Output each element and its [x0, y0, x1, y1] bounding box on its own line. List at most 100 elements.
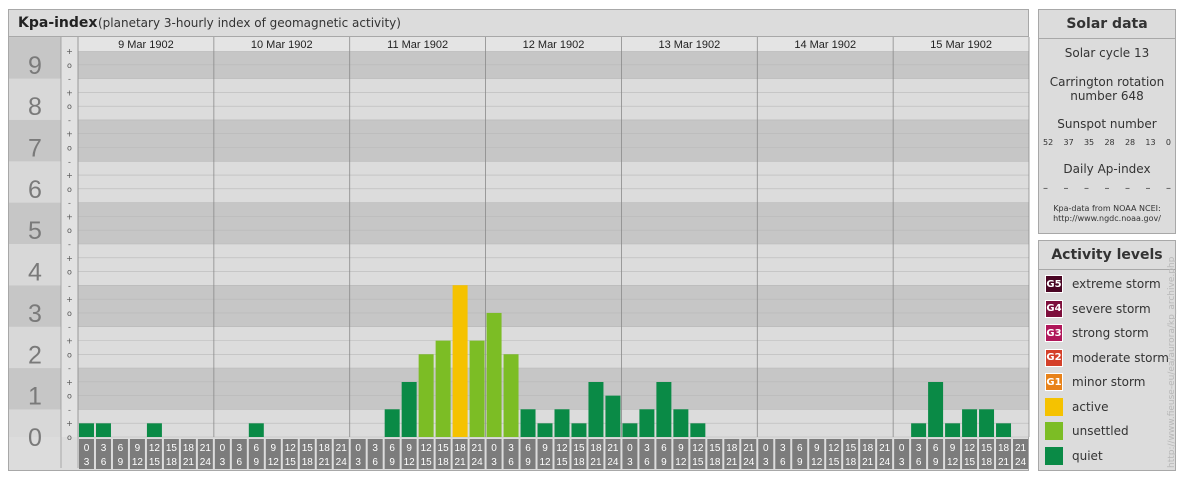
kp-bar	[928, 381, 944, 437]
interval-start-label: 6	[118, 443, 124, 454]
day-label: 12 Mar 1902	[523, 39, 585, 51]
sunspot-value: 52	[1043, 138, 1054, 147]
y-tick-label: 9	[28, 52, 42, 80]
interval-start-label: 9	[814, 443, 820, 454]
interval-end-label: 21	[183, 457, 195, 468]
interval-start-label: 12	[828, 443, 840, 454]
interval-end-label: 18	[981, 457, 993, 468]
ap-value: –	[1166, 183, 1171, 194]
y-minor-tick-label: -	[68, 157, 71, 166]
ap-value: –	[1063, 183, 1069, 194]
legend-item: quiet	[1045, 446, 1103, 466]
legend-label: extreme storm	[1072, 277, 1161, 291]
ap-value: –	[1043, 183, 1048, 194]
interval-start-label: 21	[879, 443, 891, 454]
interval-start-label: 15	[709, 443, 721, 454]
interval-end-label: 15	[285, 457, 297, 468]
interval-end-label: 24	[879, 457, 891, 468]
interval-start-label: 6	[933, 443, 939, 454]
y-minor-tick-label: o	[67, 392, 72, 401]
interval-start-label: 6	[254, 443, 260, 454]
interval-end-label: 15	[964, 457, 976, 468]
kp-chart: 0123456789o+-o+-o+-o+-o+-o+-o+-o+-o+-o+9…	[9, 37, 1030, 469]
y-minor-tick-label: +	[66, 295, 73, 304]
interval-start-label: 21	[1015, 443, 1027, 454]
y-tick-label: 7	[28, 134, 42, 162]
legend-swatch: G5	[1045, 275, 1063, 293]
interval-start-label: 9	[678, 443, 684, 454]
interval-start-label: 3	[780, 443, 786, 454]
interval-end-label: 9	[118, 457, 124, 468]
interval-end-label: 18	[709, 457, 721, 468]
interval-start-label: 12	[692, 443, 704, 454]
interval-end-label: 24	[200, 457, 212, 468]
interval-end-label: 3	[84, 457, 90, 468]
sunspot-value: 35	[1083, 138, 1095, 147]
kp-bar	[452, 285, 468, 437]
legend-item: G1 minor storm	[1045, 372, 1145, 392]
kp-bar	[979, 409, 995, 437]
interval-end-label: 18	[302, 457, 314, 468]
kp-bar	[537, 423, 553, 437]
kp-bar	[248, 423, 264, 437]
interval-end-label: 24	[1015, 457, 1027, 468]
sunspot-value: 0	[1165, 138, 1171, 147]
interval-start-label: 21	[336, 443, 348, 454]
y-minor-tick-label: -	[68, 364, 71, 373]
interval-start-label: 12	[149, 443, 161, 454]
y-tick-label: 1	[28, 383, 42, 411]
interval-end-label: 9	[933, 457, 939, 468]
interval-start-label: 15	[981, 443, 993, 454]
ap-value: –	[1125, 183, 1130, 194]
interval-end-label: 9	[254, 457, 260, 468]
interval-start-label: 18	[998, 443, 1010, 454]
interval-end-label: 6	[508, 457, 514, 468]
kp-bar	[146, 423, 162, 437]
day-label: 13 Mar 1902	[658, 39, 720, 51]
kp-band	[78, 326, 1029, 369]
kp-bar	[962, 409, 978, 437]
interval-end-label: 3	[763, 457, 769, 468]
interval-end-label: 15	[828, 457, 840, 468]
y-minor-tick-label: -	[68, 323, 71, 332]
sunspot-value: 13	[1145, 138, 1156, 147]
day-label: 15 Mar 1902	[930, 39, 992, 51]
legend-label: strong storm	[1072, 326, 1149, 340]
interval-start-label: 9	[406, 443, 412, 454]
y-minor-tick-label: o	[67, 143, 72, 152]
y-minor-tick-label: -	[68, 199, 71, 208]
interval-start-label: 3	[644, 443, 650, 454]
day-label: 11 Mar 1902	[387, 39, 448, 51]
interval-start-label: 9	[135, 443, 141, 454]
y-tick-label: 0	[28, 424, 42, 452]
interval-end-label: 21	[455, 457, 467, 468]
y-tick-label: 5	[28, 217, 42, 245]
interval-start-label: 18	[862, 443, 874, 454]
interval-start-label: 6	[797, 443, 803, 454]
interval-start-label: 21	[472, 443, 484, 454]
kp-bar	[486, 312, 502, 437]
interval-end-label: 15	[149, 457, 161, 468]
kp-bar	[588, 381, 604, 437]
interval-end-label: 12	[132, 457, 144, 468]
kp-band	[78, 202, 1029, 244]
interval-start-label: 9	[950, 443, 956, 454]
legend-item: unsettled	[1045, 421, 1129, 441]
interval-end-label: 21	[319, 457, 331, 468]
interval-start-label: 18	[726, 443, 738, 454]
interval-end-label: 9	[389, 457, 395, 468]
sunspot-value: 28	[1104, 138, 1115, 147]
y-minor-tick-label: o	[67, 350, 72, 359]
legend-swatch	[1045, 397, 1063, 416]
interval-end-label: 6	[644, 457, 650, 468]
interval-end-label: 21	[590, 457, 602, 468]
interval-end-label: 18	[166, 457, 178, 468]
legend-label: quiet	[1072, 448, 1103, 463]
interval-end-label: 15	[556, 457, 568, 468]
interval-end-label: 18	[573, 457, 585, 468]
y-tick-label: 6	[28, 176, 42, 204]
interval-start-label: 18	[319, 443, 331, 454]
legend-label: unsettled	[1072, 424, 1129, 438]
interval-start-label: 0	[491, 443, 497, 454]
legend-label: active	[1072, 399, 1109, 414]
